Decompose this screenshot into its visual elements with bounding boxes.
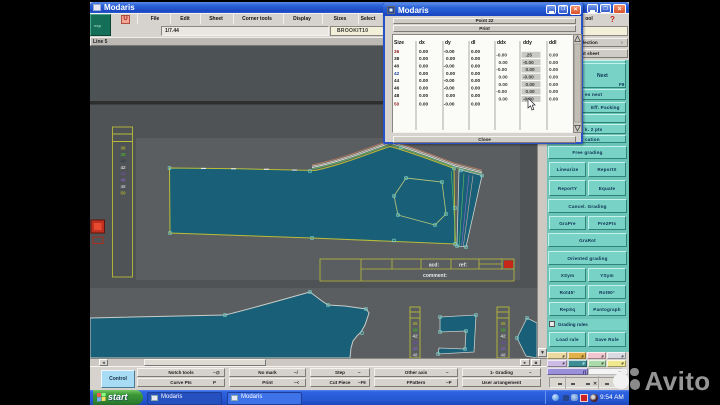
svg-text:48: 48 [120, 184, 126, 189]
svg-text:-0.00: -0.00 [496, 53, 507, 58]
svg-text:48: 48 [412, 353, 418, 358]
svg-text:38: 38 [500, 327, 506, 332]
svg-text:0.00: 0.00 [419, 93, 429, 98]
svg-text:ddy: ddy [523, 40, 532, 46]
svg-text:36: 36 [500, 321, 506, 326]
svg-text:dy: dy [445, 40, 451, 46]
svg-text:42: 42 [412, 334, 418, 339]
svg-text:38: 38 [412, 327, 418, 332]
svg-text:36: 36 [394, 49, 400, 54]
svg-text:46: 46 [500, 346, 506, 351]
svg-text:-0.00: -0.00 [496, 89, 507, 94]
svg-text:46: 46 [394, 86, 400, 91]
svg-text:0.00: 0.00 [549, 82, 559, 87]
svg-text:0.00: 0.00 [419, 78, 429, 83]
svg-text:44: 44 [500, 340, 506, 345]
svg-text:dl: dl [471, 40, 476, 46]
svg-text:50: 50 [394, 102, 400, 107]
svg-text:42: 42 [120, 165, 126, 170]
svg-text:46: 46 [120, 178, 126, 183]
svg-text:0.00: 0.00 [499, 60, 509, 65]
svg-text:38: 38 [394, 56, 400, 61]
svg-text:44: 44 [412, 340, 418, 345]
svg-text:0.00: 0.00 [471, 49, 481, 54]
svg-text:0.00: 0.00 [419, 71, 429, 76]
svg-text:ddl: ddl [549, 40, 557, 46]
svg-text:36: 36 [120, 146, 126, 151]
svg-text:acd:: acd: [429, 263, 440, 269]
svg-text:0.00: 0.00 [549, 89, 559, 94]
svg-text:0.00: 0.00 [419, 86, 429, 91]
svg-text:0.00: 0.00 [446, 71, 456, 76]
svg-text:0.00: 0.00 [549, 60, 559, 65]
svg-text:44: 44 [120, 171, 126, 176]
svg-text:40: 40 [394, 64, 400, 69]
svg-text:-0.00: -0.00 [444, 49, 455, 54]
svg-text:0.00: 0.00 [549, 67, 559, 72]
svg-text:42: 42 [500, 334, 506, 339]
svg-text:0.00: 0.00 [471, 102, 481, 107]
svg-text:ddx: ddx [497, 40, 506, 46]
svg-text:0.00: 0.00 [471, 71, 481, 76]
svg-text:0.00: 0.00 [446, 56, 456, 61]
svg-text:-0.00: -0.00 [444, 78, 455, 83]
svg-text:0.00: 0.00 [526, 89, 536, 94]
svg-text:0.00: 0.00 [471, 93, 481, 98]
svg-text:-0.00: -0.00 [444, 86, 455, 91]
svg-text:-0.00: -0.00 [523, 75, 534, 80]
svg-text:Size: Size [394, 40, 404, 46]
svg-text:.25: .25 [526, 53, 533, 58]
svg-text:0.00: 0.00 [471, 86, 481, 91]
svg-text:42: 42 [394, 71, 400, 76]
svg-text:0.00: 0.00 [499, 82, 509, 87]
svg-text:0.00: 0.00 [549, 75, 559, 80]
svg-text:0.00: 0.00 [471, 64, 481, 69]
svg-text:dx: dx [419, 40, 425, 46]
svg-text:-0.00: -0.00 [444, 64, 455, 69]
svg-text:40: 40 [120, 158, 126, 163]
svg-text:0.00: 0.00 [526, 67, 536, 72]
svg-text:0.00: 0.00 [419, 64, 429, 69]
svg-text:0.00: 0.00 [499, 75, 509, 80]
svg-text:0.00: 0.00 [446, 93, 456, 98]
svg-text:comment:: comment: [423, 273, 447, 279]
svg-text:0.00: 0.00 [419, 49, 429, 54]
svg-text:38: 38 [120, 152, 126, 157]
svg-text:0.00: 0.00 [419, 102, 429, 107]
svg-text:ref:: ref: [459, 263, 467, 269]
svg-text:0.00: 0.00 [526, 82, 536, 87]
svg-text:0.00: 0.00 [549, 97, 559, 102]
svg-text:-0.00: -0.00 [496, 67, 507, 72]
svg-text:44: 44 [394, 78, 400, 83]
svg-text:0.00: 0.00 [419, 56, 429, 61]
svg-text:46: 46 [412, 346, 418, 351]
svg-text:0.00: 0.00 [471, 56, 481, 61]
svg-text:-0.00: -0.00 [523, 60, 534, 65]
svg-text:50: 50 [120, 190, 126, 195]
svg-text:48: 48 [500, 353, 506, 358]
svg-text:0.00: 0.00 [471, 78, 481, 83]
svg-text:-0.00: -0.00 [444, 102, 455, 107]
svg-text:36: 36 [412, 321, 418, 326]
svg-text:0.00: 0.00 [499, 97, 509, 102]
svg-text:48: 48 [394, 93, 400, 98]
svg-text:0.00: 0.00 [549, 53, 559, 58]
